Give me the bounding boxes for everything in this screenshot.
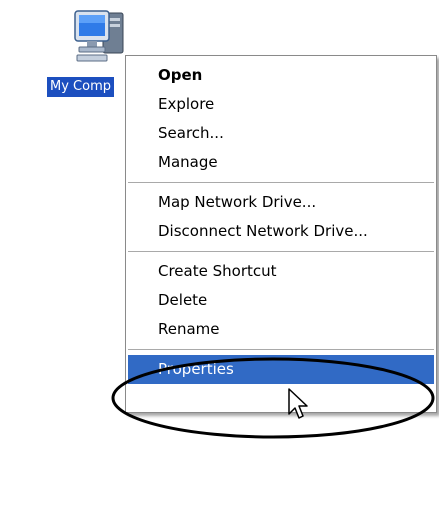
menu-item-properties[interactable]: Properties: [128, 355, 434, 384]
menu-item-search[interactable]: Search...: [126, 119, 436, 148]
menu-separator: [128, 349, 434, 350]
arrow-cursor-icon: [288, 388, 308, 419]
menu-item-disconnect-network-drive[interactable]: Disconnect Network Drive...: [126, 217, 436, 246]
menu-item-open[interactable]: Open: [126, 61, 436, 90]
menu-separator: [128, 182, 434, 183]
menu-item-map-network-drive[interactable]: Map Network Drive...: [126, 188, 436, 217]
menu-separator: [128, 251, 434, 252]
menu-item-create-shortcut[interactable]: Create Shortcut: [126, 257, 436, 286]
menu-item-delete[interactable]: Delete: [126, 286, 436, 315]
menu-item-manage[interactable]: Manage: [126, 148, 436, 177]
menu-item-rename[interactable]: Rename: [126, 315, 436, 344]
my-computer-desktop-icon[interactable]: My Comp: [47, 5, 137, 97]
desktop-icon-label[interactable]: My Comp: [47, 77, 114, 97]
menu-item-explore[interactable]: Explore: [126, 90, 436, 119]
desktop: My Comp Open Explore Search... Manage Ma…: [0, 0, 439, 506]
my-computer-icon: [74, 10, 124, 62]
context-menu: Open Explore Search... Manage Map Networ…: [125, 55, 437, 413]
